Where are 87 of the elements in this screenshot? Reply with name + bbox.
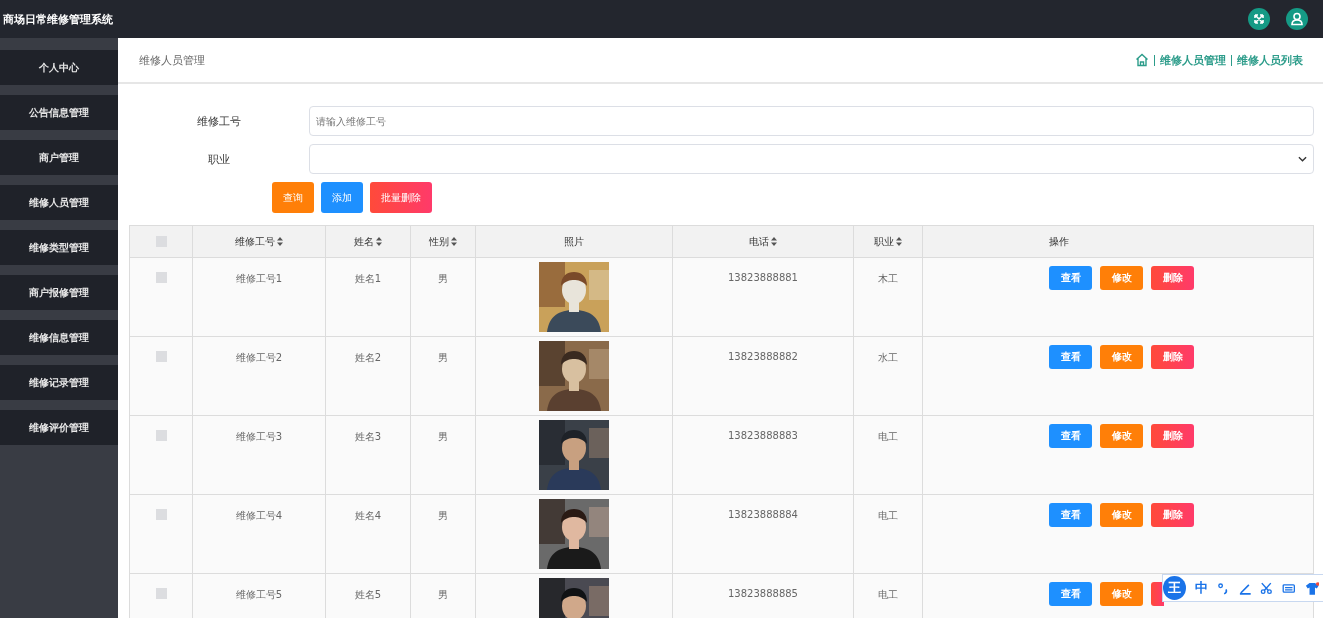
action-button[interactable]: 添加 bbox=[321, 182, 363, 213]
table-cell: 姓名1 bbox=[325, 258, 410, 336]
sidebar-item[interactable]: 维修评价管理 bbox=[0, 410, 118, 445]
action-button[interactable]: 修改 bbox=[1100, 266, 1143, 290]
shirt-icon[interactable] bbox=[1304, 581, 1319, 595]
page-title: 维修人员管理 bbox=[139, 52, 205, 68]
column-header[interactable]: 电话 bbox=[749, 234, 769, 249]
checkbox[interactable] bbox=[155, 430, 167, 441]
keyboard-icon[interactable] bbox=[1281, 581, 1296, 595]
column-header[interactable]: 姓名 bbox=[354, 234, 374, 249]
action-button[interactable]: 查看 bbox=[1049, 503, 1092, 527]
sidebar-item[interactable]: 商户管理 bbox=[0, 140, 118, 175]
table-cell: 男 bbox=[410, 337, 475, 415]
action-button[interactable]: 修改 bbox=[1100, 503, 1143, 527]
home-icon[interactable] bbox=[1135, 53, 1149, 67]
sidebar-item[interactable]: 维修信息管理 bbox=[0, 320, 118, 355]
sort-icon[interactable] bbox=[376, 237, 382, 246]
table-cell: 姓名3 bbox=[325, 416, 410, 494]
user-icon[interactable] bbox=[1286, 8, 1308, 30]
table-cell: 维修工号3 bbox=[192, 416, 325, 494]
table-cell: 电工 bbox=[853, 495, 922, 573]
checkbox[interactable] bbox=[155, 509, 167, 520]
table-cell: 13823888882 bbox=[672, 337, 853, 415]
action-button[interactable]: 删除 bbox=[1151, 503, 1194, 527]
column-header[interactable]: 职业 bbox=[874, 234, 894, 249]
table-cell: 维修工号2 bbox=[192, 337, 325, 415]
table-cell: 13823888885 bbox=[672, 574, 853, 618]
table-cell: 姓名4 bbox=[325, 495, 410, 573]
table-cell: 电工 bbox=[853, 574, 922, 618]
action-button[interactable]: 删除 bbox=[1151, 266, 1194, 290]
breadcrumb-link[interactable]: 维修人员列表 bbox=[1237, 52, 1303, 68]
table-cell: 维修工号4 bbox=[192, 495, 325, 573]
table-cell: 姓名2 bbox=[325, 337, 410, 415]
table-cell: 姓名5 bbox=[325, 574, 410, 618]
field-label: 维修工号 bbox=[196, 113, 242, 129]
sort-icon[interactable] bbox=[451, 237, 457, 246]
checkbox[interactable] bbox=[155, 588, 167, 599]
table-cell: 男 bbox=[410, 258, 475, 336]
sort-icon[interactable] bbox=[277, 237, 283, 246]
sidebar-item[interactable]: 维修人员管理 bbox=[0, 185, 118, 220]
fullscreen-icon[interactable] bbox=[1248, 8, 1270, 30]
app-title: 商场日常维修管理系统 bbox=[3, 11, 113, 27]
action-button[interactable]: 修改 bbox=[1100, 424, 1143, 448]
table-cell: 木工 bbox=[853, 258, 922, 336]
action-button[interactable] bbox=[1151, 582, 1164, 606]
action-button[interactable]: 修改 bbox=[1100, 582, 1143, 606]
sort-icon[interactable] bbox=[771, 237, 777, 246]
action-button[interactable]: 查看 bbox=[1049, 582, 1092, 606]
table-cell: 水工 bbox=[853, 337, 922, 415]
scissors-icon[interactable] bbox=[1260, 581, 1273, 595]
column-header[interactable]: 维修工号 bbox=[235, 234, 275, 249]
table-cell: 电工 bbox=[853, 416, 922, 494]
input-field[interactable]: 请输入维修工号 bbox=[309, 106, 1314, 136]
column-header[interactable]: 性别 bbox=[429, 234, 449, 249]
sidebar-item[interactable]: 商户报修管理 bbox=[0, 275, 118, 310]
field-label: 职业 bbox=[207, 151, 231, 167]
sidebar-item[interactable]: 维修类型管理 bbox=[0, 230, 118, 265]
table-cell: 男 bbox=[410, 495, 475, 573]
punctuation-icon[interactable] bbox=[1217, 581, 1230, 595]
sidebar-item[interactable]: 个人中心 bbox=[0, 50, 118, 85]
checkbox[interactable] bbox=[155, 272, 167, 283]
action-button[interactable]: 删除 bbox=[1151, 424, 1194, 448]
table-cell: 维修工号5 bbox=[192, 574, 325, 618]
sort-icon[interactable] bbox=[896, 237, 902, 246]
table-cell: 13823888883 bbox=[672, 416, 853, 494]
select-field[interactable] bbox=[309, 144, 1314, 174]
table-cell: 男 bbox=[410, 574, 475, 618]
breadcrumb-link[interactable]: 维修人员管理 bbox=[1160, 52, 1226, 68]
sidebar-item[interactable]: 维修记录管理 bbox=[0, 365, 118, 400]
ime-logo[interactable]: 王 bbox=[1163, 576, 1187, 600]
table-cell: 维修工号1 bbox=[192, 258, 325, 336]
action-button[interactable]: 查看 bbox=[1049, 266, 1092, 290]
table-cell: 13823888884 bbox=[672, 495, 853, 573]
table-cell: 男 bbox=[410, 416, 475, 494]
ime-mode[interactable]: 中 bbox=[1195, 579, 1209, 597]
sidebar-item[interactable]: 公告信息管理 bbox=[0, 95, 118, 130]
column-header: 操作 bbox=[1049, 234, 1069, 249]
checkbox[interactable] bbox=[155, 351, 167, 362]
action-button[interactable]: 查看 bbox=[1049, 345, 1092, 369]
action-button[interactable]: 删除 bbox=[1151, 345, 1194, 369]
action-button[interactable]: 查询 bbox=[272, 182, 314, 213]
table-cell: 13823888881 bbox=[672, 258, 853, 336]
action-button[interactable]: 修改 bbox=[1100, 345, 1143, 369]
chevron-down-icon bbox=[1298, 156, 1307, 162]
action-button[interactable]: 查看 bbox=[1049, 424, 1092, 448]
column-header: 照片 bbox=[564, 234, 584, 249]
action-button[interactable]: 批量删除 bbox=[370, 182, 432, 213]
